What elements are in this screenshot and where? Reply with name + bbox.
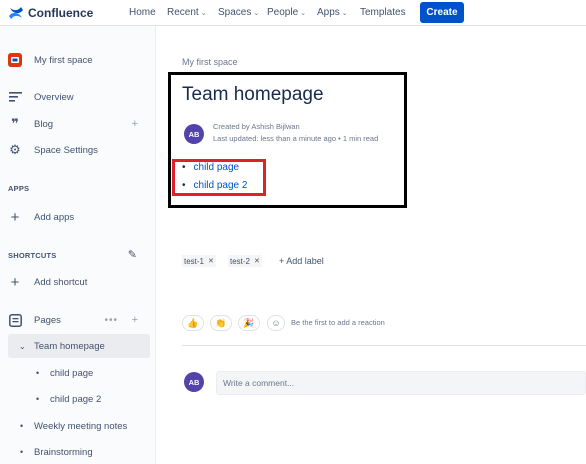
bullet-icon: •	[36, 368, 40, 378]
tree-item-label: Team homepage	[34, 340, 105, 352]
breadcrumb[interactable]: My first space	[182, 57, 238, 67]
overview-icon	[8, 90, 22, 104]
author-avatar[interactable]: AB	[184, 124, 204, 144]
chevron-down-icon: ⌄	[341, 10, 348, 17]
nav-templates-label: Templates	[360, 7, 406, 18]
nav-apps-label: Apps	[317, 7, 340, 18]
party-popper-icon: 🎉	[243, 317, 255, 328]
comment-input[interactable]: Write a comment...	[216, 371, 586, 395]
space-avatar-icon	[8, 53, 22, 67]
clap-icon: 👏	[215, 317, 227, 328]
edit-pencil-icon[interactable]: ✎	[128, 248, 137, 261]
pages-header[interactable]: Pages ••• +	[0, 308, 156, 332]
sidebar-item-label: Blog	[34, 118, 54, 130]
quote-icon: ❞	[11, 116, 19, 131]
bullet-icon: •	[20, 447, 24, 457]
add-apps-item[interactable]: + Add apps	[0, 205, 156, 229]
child-link[interactable]: child page 2	[194, 180, 248, 191]
plus-icon: +	[10, 208, 20, 226]
nav-recent[interactable]: Recent ⌄	[167, 7, 207, 18]
sidebar-item-label: Space Settings	[34, 144, 98, 156]
tree-item-label: child page 2	[50, 393, 102, 405]
add-blog-icon[interactable]: +	[132, 118, 138, 130]
nav-spaces-label: Spaces	[218, 7, 252, 18]
label-chip[interactable]: test-1 ✕	[182, 255, 216, 267]
created-by-text: Created by Ashish Bijlwan	[213, 122, 300, 131]
child-link-item[interactable]: • child page 2	[182, 180, 247, 191]
plus-icon: +	[279, 256, 285, 266]
tree-item-brainstorming[interactable]: • Brainstorming	[0, 440, 156, 464]
plus-icon: +	[10, 273, 20, 291]
nav-home[interactable]: Home	[129, 7, 156, 18]
pages-label: Pages	[34, 314, 61, 326]
sidebar-item-space-settings[interactable]: ⚙ Space Settings	[0, 138, 156, 162]
reaction-thumbs-up[interactable]: 👍	[182, 315, 204, 331]
pages-icon	[8, 313, 22, 327]
thumbs-up-icon: 👍	[187, 317, 199, 328]
tree-item-child-page[interactable]: • child page	[0, 361, 156, 385]
label-text: test-2	[230, 256, 251, 266]
more-options-icon[interactable]: •••	[104, 315, 118, 326]
nav-spaces[interactable]: Spaces ⌄	[218, 7, 259, 18]
add-shortcut-label: Add shortcut	[34, 276, 88, 288]
confluence-logo[interactable]: Confluence	[8, 5, 93, 21]
last-updated-text: Last updated: less than a minute ago	[213, 134, 337, 143]
brand-name: Confluence	[28, 6, 94, 20]
child-link-item[interactable]: • child page	[182, 162, 239, 173]
page-title: Team homepage	[182, 84, 324, 105]
apps-heading: APPS	[8, 184, 30, 193]
reaction-party[interactable]: 🎉	[238, 315, 260, 331]
remove-label-icon[interactable]: ✕	[254, 257, 260, 265]
add-shortcut-item[interactable]: + Add shortcut	[0, 270, 156, 294]
nav-people-label: People	[267, 7, 299, 18]
space-header[interactable]: My first space	[0, 48, 156, 72]
bullet-icon: •	[20, 421, 24, 431]
remove-label-icon[interactable]: ✕	[208, 257, 214, 265]
add-label-button[interactable]: + Add label	[279, 256, 324, 266]
add-reaction-button[interactable]: ☺	[267, 315, 285, 331]
sidebar-item-label: Overview	[34, 91, 74, 103]
tree-item-label: child page	[50, 367, 94, 379]
confluence-logo-icon	[9, 7, 23, 19]
comments-divider	[182, 345, 586, 346]
page-meta: Last updated: less than a minute ago • 1…	[213, 134, 378, 143]
tree-item-team-homepage[interactable]: ⌄ Team homepage	[8, 334, 150, 358]
bullet-icon: •	[182, 162, 186, 173]
add-apps-label: Add apps	[34, 211, 75, 223]
read-time-text: 1 min read	[342, 134, 379, 143]
chevron-down-icon: ⌄	[300, 10, 307, 17]
top-navigation: Confluence Home Recent ⌄ Spaces ⌄ People ⌄ …	[0, 0, 586, 26]
tree-item-child-page-2[interactable]: • child page 2	[0, 387, 156, 411]
bullet-icon: •	[36, 394, 40, 404]
add-page-icon[interactable]: +	[132, 314, 138, 326]
nav-recent-label: Recent	[167, 7, 199, 18]
chevron-down-icon: ⌄	[200, 10, 207, 17]
nav-people[interactable]: People ⌄	[267, 7, 306, 18]
comment-placeholder: Write a comment...	[223, 378, 295, 388]
nav-apps[interactable]: Apps ⌄	[317, 7, 348, 18]
reaction-clap[interactable]: 👏	[210, 315, 232, 331]
sidebar-item-overview[interactable]: Overview	[0, 85, 156, 109]
label-chip[interactable]: test-2 ✕	[228, 255, 262, 267]
nav-home-label: Home	[129, 7, 156, 18]
sidebar: My first space Overview ❞ Blog + ⚙ Space…	[0, 26, 156, 464]
nav-templates[interactable]: Templates	[360, 7, 406, 18]
gear-icon: ⚙	[9, 142, 21, 157]
tree-item-weekly-meeting-notes[interactable]: • Weekly meeting notes	[0, 414, 156, 438]
tree-item-label: Weekly meeting notes	[34, 420, 128, 432]
space-name: My first space	[34, 54, 93, 66]
sidebar-item-blog[interactable]: ❞ Blog +	[0, 112, 156, 136]
label-text: test-1	[184, 256, 205, 266]
tree-item-label: Brainstorming	[34, 446, 93, 458]
add-label-text: Add label	[286, 256, 324, 266]
bullet-icon: •	[182, 180, 186, 191]
shortcuts-heading: SHORTCUTS	[8, 251, 57, 260]
reaction-prompt: Be the first to add a reaction	[291, 318, 385, 327]
chevron-down-icon: ⌄	[19, 341, 26, 351]
current-user-avatar: AB	[184, 372, 204, 392]
create-button[interactable]: Create	[420, 2, 464, 23]
add-reaction-icon: ☺	[271, 318, 281, 328]
child-link[interactable]: child page	[194, 162, 240, 173]
chevron-down-icon: ⌄	[253, 10, 260, 17]
